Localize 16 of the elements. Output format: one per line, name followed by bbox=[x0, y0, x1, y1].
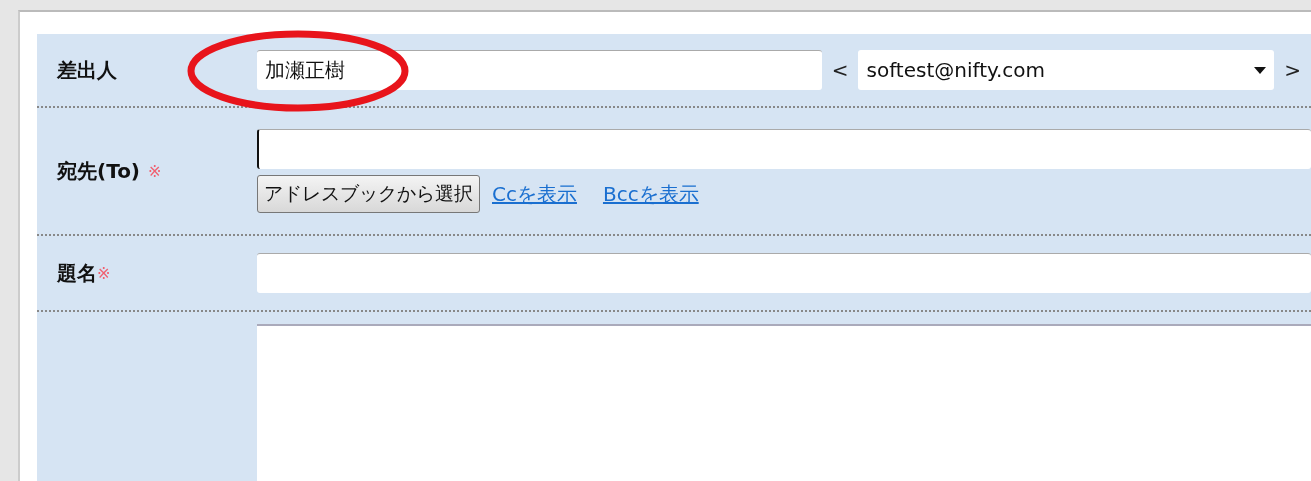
subject-field[interactable] bbox=[257, 253, 1311, 293]
address-book-button[interactable]: アドレスブックから選択 bbox=[257, 175, 480, 213]
required-mark: ※ bbox=[148, 161, 162, 181]
caret-icon bbox=[1254, 66, 1267, 74]
bracket: > bbox=[1283, 58, 1302, 82]
field-label: 宛先(To) bbox=[57, 157, 140, 185]
message-body-field[interactable] bbox=[257, 324, 1311, 481]
sender-name-field[interactable]: 加瀬正樹 bbox=[257, 50, 822, 90]
bracket: < bbox=[830, 58, 850, 82]
sender-address-dropdown[interactable]: softest@nifty.com bbox=[858, 50, 1275, 90]
field-label: 題名 bbox=[57, 259, 97, 287]
required-mark: ※ bbox=[97, 263, 111, 283]
show-field-link[interactable]: Bccを表示 bbox=[602, 180, 699, 208]
show-field-link[interactable]: Ccを表示 bbox=[492, 180, 577, 208]
field-label: 差出人 bbox=[56, 56, 118, 84]
to-field[interactable] bbox=[257, 129, 1311, 169]
